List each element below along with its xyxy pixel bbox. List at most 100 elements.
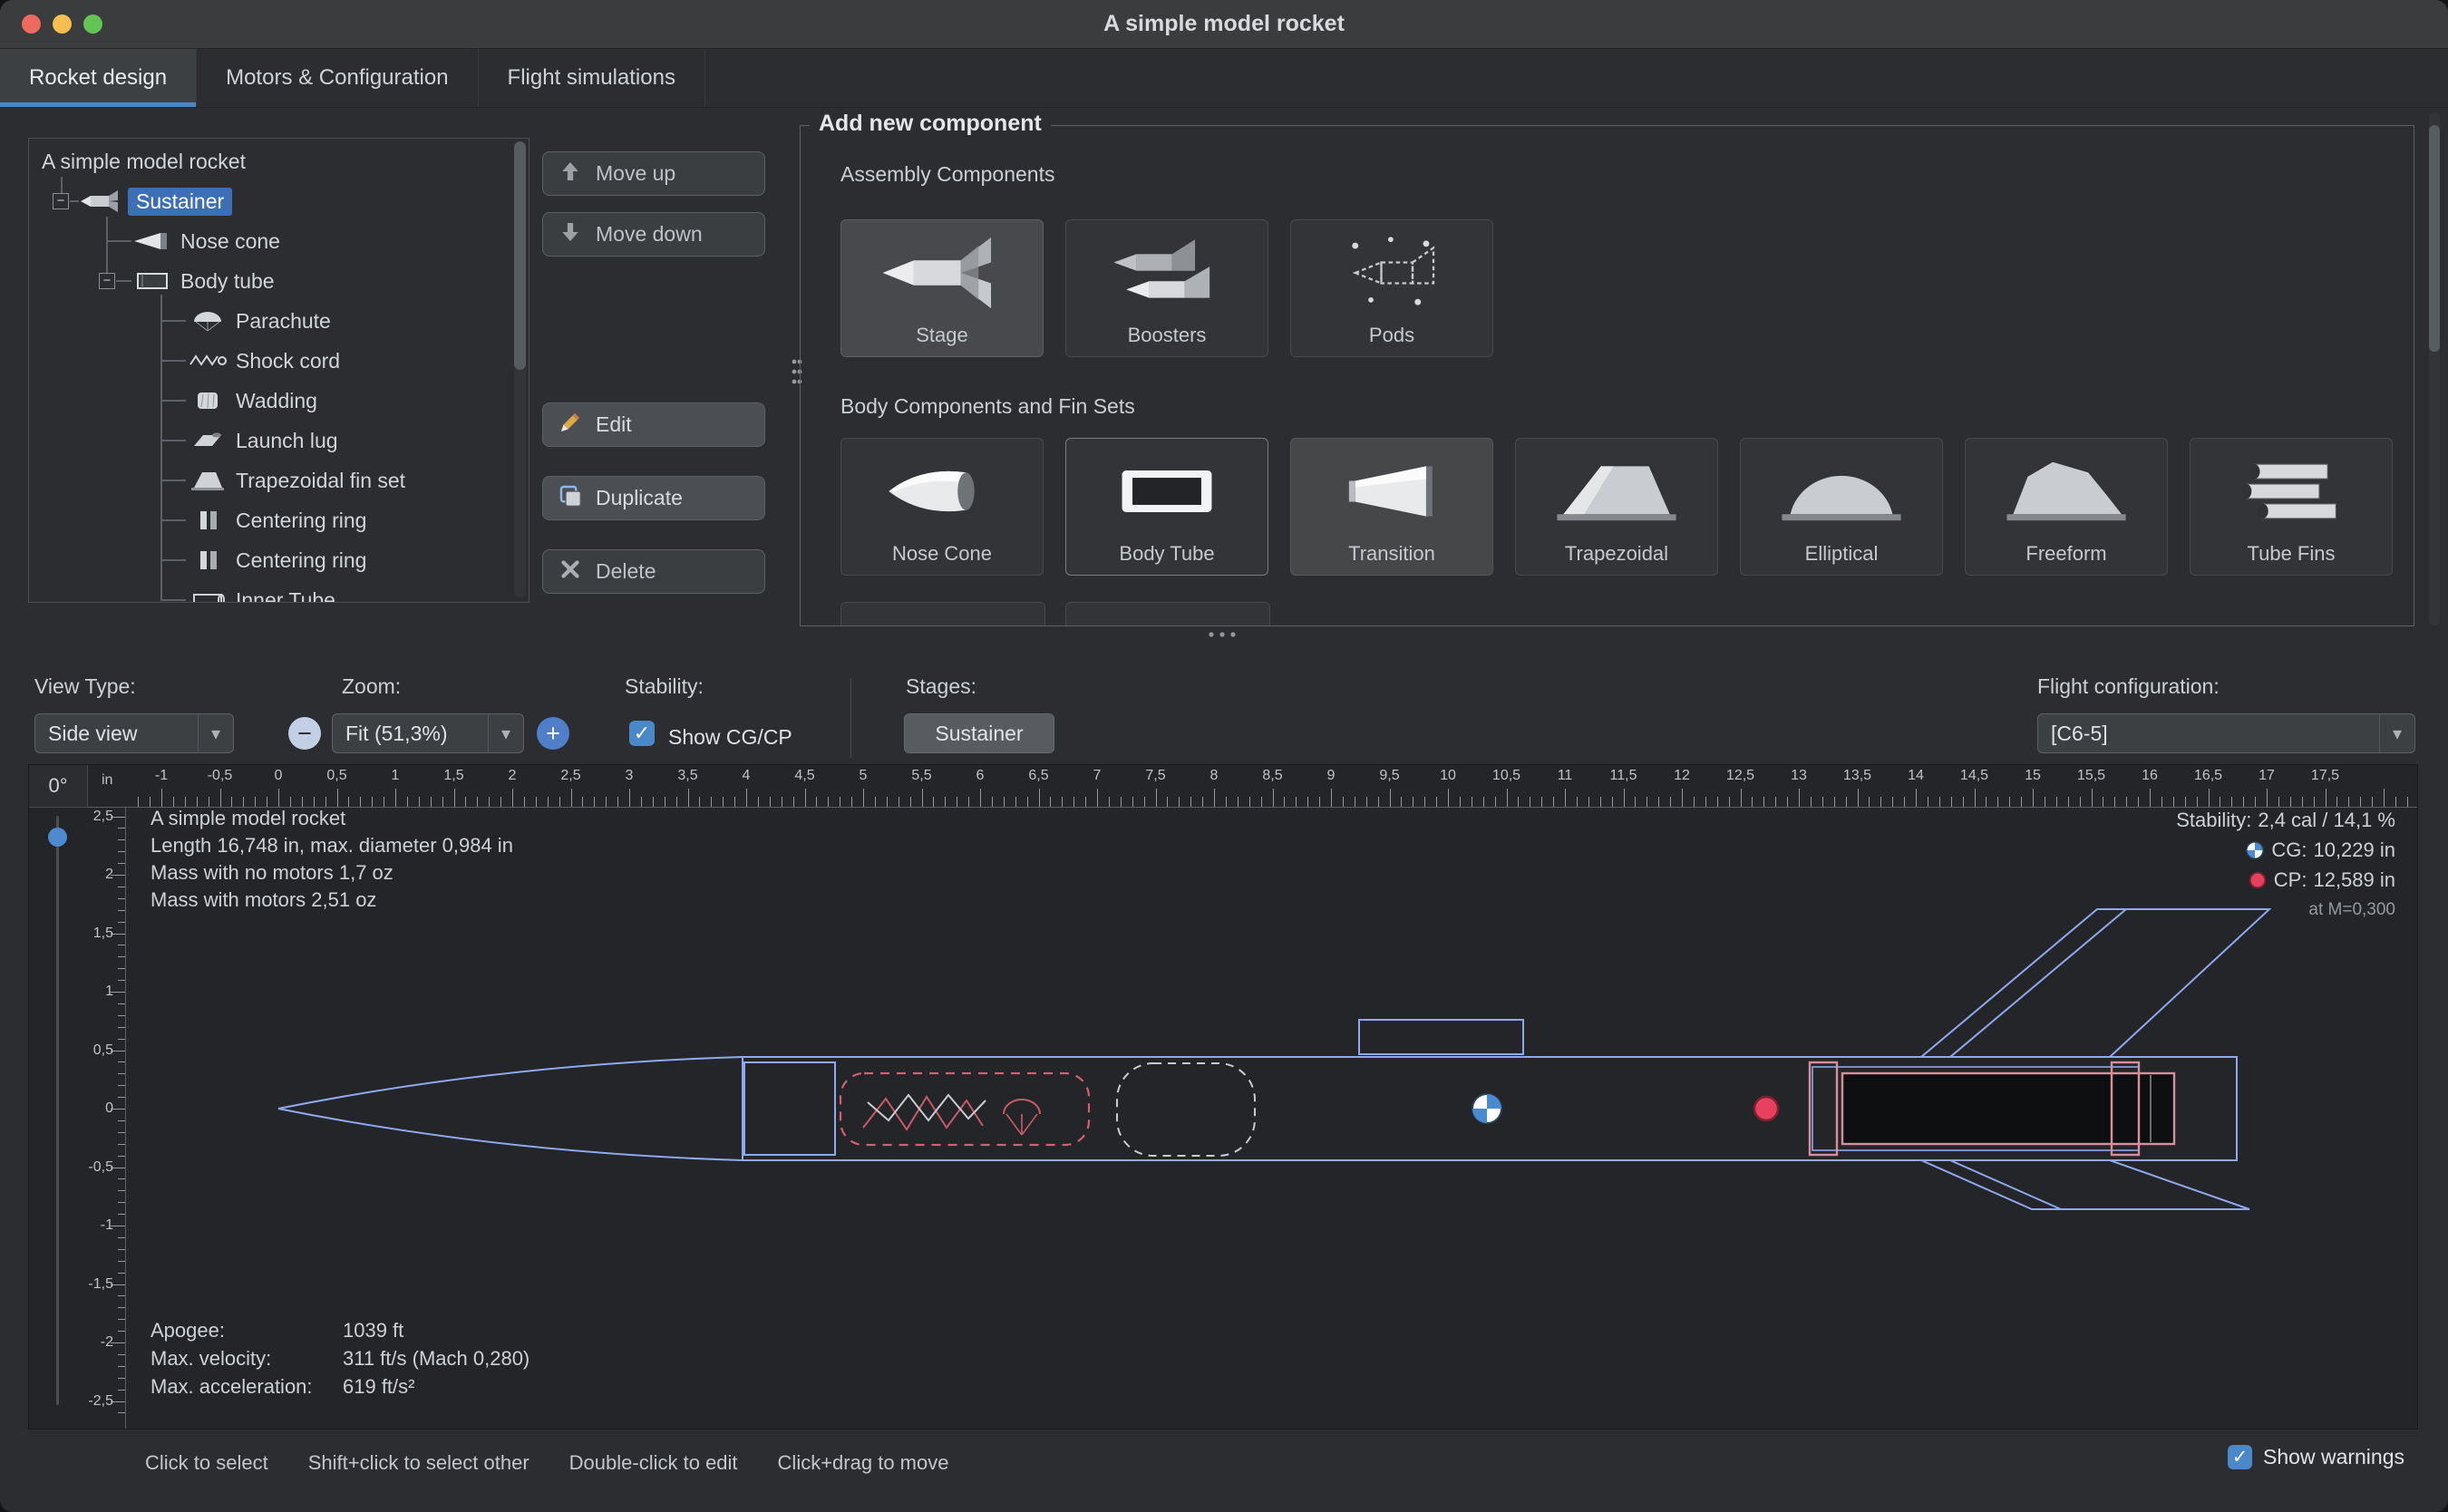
edit-button[interactable]: Edit — [542, 402, 765, 447]
component-button-transition[interactable]: Transition — [1290, 438, 1493, 576]
component-button-trapezoidal[interactable]: Trapezoidal — [1515, 438, 1718, 576]
flight-configuration-value: [C6-5] — [2051, 722, 2108, 746]
view-type-label: View Type: — [34, 674, 136, 699]
component-button-tube-fins[interactable]: Tube Fins — [2190, 438, 2393, 576]
launch-lug-outline — [1359, 1020, 1523, 1054]
tree-item-wadding[interactable]: Wadding — [187, 381, 317, 421]
tree-item-a-simple-model-rocket[interactable]: A simple model rocket — [42, 141, 246, 181]
tree-collapse-icon[interactable]: − — [99, 273, 115, 289]
component-button-label: Stage — [841, 324, 1043, 347]
move-up-button[interactable]: Move up — [542, 151, 765, 196]
tree-item-inner-tube[interactable]: Inner Tube — [187, 580, 335, 603]
stage-toggle-sustainer[interactable]: Sustainer — [904, 713, 1054, 753]
rocket-view-canvas[interactable]: 0° -1-0,500,511,522,533,544,555,566,577,… — [28, 764, 2418, 1430]
zoom-label: Zoom: — [342, 674, 401, 699]
tree-item-label: Shock cord — [236, 349, 340, 373]
component-button-elliptical[interactable]: Elliptical — [1740, 438, 1943, 576]
tree-item-label: Launch lug — [236, 429, 338, 453]
tab-rocket-design[interactable]: Rocket design — [0, 49, 197, 107]
tree-item-centering-ring[interactable]: Centering ring — [187, 540, 366, 580]
parachute-icon — [187, 309, 228, 333]
tree-item-parachute[interactable]: Parachute — [187, 301, 331, 341]
component-button-label: Pods — [1291, 324, 1492, 347]
stability-label: Stability: — [625, 674, 704, 699]
tree-scrollbar-thumb[interactable] — [514, 141, 526, 370]
zoom-select[interactable]: Fit (51,3%) ▾ — [332, 713, 524, 753]
zoom-in-button[interactable]: + — [537, 717, 569, 750]
tree-item-shock-cord[interactable]: Shock cord — [187, 341, 340, 381]
arrow-down-icon — [557, 218, 584, 251]
rocket-info-block: A simple model rocket Length 16,748 in, … — [151, 805, 513, 914]
delete-x-icon — [557, 556, 584, 588]
tree-item-label: Wadding — [236, 389, 317, 413]
component-button-label: Nose Cone — [841, 542, 1043, 566]
move-down-button[interactable]: Move down — [542, 212, 765, 257]
tree-item-launch-lug[interactable]: Launch lug — [187, 421, 338, 460]
show-cgcp-checkbox[interactable]: ✓ — [629, 721, 655, 746]
wadding-outline — [1117, 1063, 1255, 1156]
chevron-down-icon: ▾ — [198, 714, 233, 752]
component-button-freeform[interactable]: Freeform — [1965, 438, 2168, 576]
nose-cone-outline — [278, 1057, 743, 1160]
stability-info-block: Stability:2,4 cal / 14,1 % CG:10,229 in … — [2176, 805, 2395, 925]
stages-label: Stages: — [906, 674, 976, 699]
flight-configuration-select[interactable]: [C6-5] ▾ — [2037, 713, 2415, 753]
show-warnings-checkbox[interactable]: ✓ — [2228, 1445, 2252, 1469]
window-scrollbar-thumb[interactable] — [2429, 125, 2440, 352]
chevron-down-icon: ▾ — [488, 714, 523, 752]
component-button-body-tube[interactable]: Body Tube — [1065, 438, 1268, 576]
tree-item-label: A simple model rocket — [42, 150, 246, 174]
cp-marker — [1754, 1097, 1778, 1120]
shockcord-icon — [187, 349, 228, 373]
wadding-icon — [187, 389, 228, 412]
tree-collapse-icon[interactable]: − — [53, 193, 69, 209]
innertube-icon — [187, 588, 228, 603]
launchlug-icon — [187, 429, 228, 452]
tree-item-nose-cone[interactable]: Nose cone — [131, 221, 280, 261]
tree-item-label: Body tube — [180, 269, 275, 294]
nose-shoulder-outline — [744, 1062, 835, 1155]
view-type-select[interactable]: Side view ▾ — [34, 713, 234, 753]
show-warnings-label: Show warnings — [2263, 1445, 2404, 1469]
component-button-stage[interactable]: Stage — [840, 219, 1044, 357]
section-label-body-components-and-fin-sets: Body Components and Fin Sets — [840, 394, 1135, 419]
add-component-panel: Assembly Components Stage Boosters Pods Body… — [800, 125, 2414, 626]
component-button-partial[interactable] — [840, 602, 1045, 626]
component-button-partial[interactable] — [1065, 602, 1270, 626]
tab-flight-simulations[interactable]: Flight simulations — [479, 49, 705, 107]
zoom-out-button[interactable]: − — [288, 717, 321, 750]
component-button-label: Trapezoidal — [1516, 542, 1717, 566]
nosecone-icon — [131, 229, 173, 253]
arrow-up-icon — [557, 158, 584, 190]
edit-label: Edit — [596, 412, 632, 437]
delete-button[interactable]: Delete — [542, 549, 765, 594]
component-button-boosters[interactable]: Boosters — [1065, 219, 1268, 357]
component-button-label: Transition — [1291, 542, 1492, 566]
tree-item-body-tube[interactable]: Body tube — [131, 261, 275, 301]
parachute-canopy-glyph — [1004, 1100, 1040, 1114]
tree-item-centering-ring[interactable]: Centering ring — [187, 500, 366, 540]
fin-lower-outline — [1921, 1160, 2249, 1209]
flight-data-block: Apogee:1039 ft Max. velocity:311 ft/s (M… — [151, 1316, 529, 1401]
tree-item-sustainer[interactable]: Sustainer — [79, 181, 232, 221]
fin-upper-outline — [1921, 909, 2269, 1057]
rocket-icon — [79, 189, 121, 213]
section-label-assembly-components: Assembly Components — [840, 162, 1055, 187]
tree-item-trapezoidal-fin-set[interactable]: Trapezoidal fin set — [187, 460, 405, 500]
duplicate-label: Duplicate — [596, 486, 683, 510]
ring-icon — [187, 509, 228, 532]
component-button-label: Body Tube — [1066, 542, 1268, 566]
tab-motors-configuration[interactable]: Motors & Configuration — [197, 49, 478, 107]
bodytube-icon — [131, 269, 173, 293]
duplicate-button[interactable]: Duplicate — [542, 476, 765, 520]
app-window: A simple model rocket Rocket designMotor… — [0, 0, 2448, 1512]
component-tree: − − A simple model rocket SustainerNose c… — [28, 138, 529, 603]
tree-item-label: Parachute — [236, 309, 331, 334]
duplicate-icon — [557, 482, 584, 515]
delete-label: Delete — [596, 559, 656, 584]
panel-resize-handle[interactable] — [1206, 628, 1239, 645]
component-button-nose-cone[interactable]: Nose Cone — [840, 438, 1044, 576]
component-button-pods[interactable]: Pods — [1290, 219, 1493, 357]
ring-icon — [187, 548, 228, 572]
pencil-icon — [557, 409, 584, 441]
